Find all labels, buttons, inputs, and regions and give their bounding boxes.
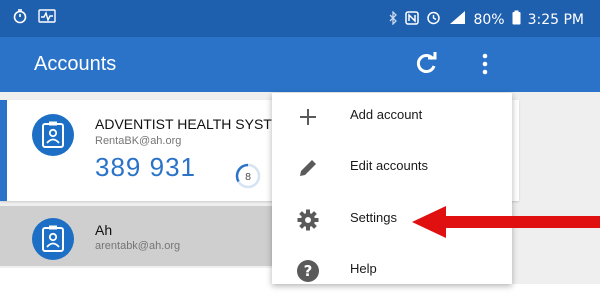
status-bar: 80% 3:25 PM (0, 0, 600, 37)
menu-item-edit-accounts[interactable]: Edit accounts (272, 144, 512, 192)
overflow-menu-icon[interactable] (480, 51, 490, 77)
account-email: RentaBK@ah.org (95, 135, 182, 147)
refresh-icon[interactable] (414, 51, 440, 77)
menu-item-label: Help (350, 261, 377, 276)
account-avatar-icon (32, 218, 74, 260)
countdown-timer: 8 (234, 162, 262, 190)
help-icon: ? (296, 259, 320, 283)
battery-icon (512, 10, 521, 29)
lte-signal-icon (448, 10, 466, 29)
activity-icon (38, 8, 56, 28)
account-issuer: Ah (95, 222, 113, 238)
menu-item-help[interactable]: ? Help (272, 247, 512, 295)
account-issuer: ADVENTIST HEALTH SYSTEM (95, 116, 293, 132)
stopwatch-icon (12, 8, 28, 28)
pencil-icon (296, 156, 320, 180)
clock: 3:25 PM (527, 11, 584, 28)
nfc-icon (405, 10, 420, 29)
menu-item-add-account[interactable]: Add account (272, 93, 512, 141)
app-bar: Accounts (0, 37, 600, 92)
menu-item-label: Edit accounts (350, 158, 429, 173)
status-right-icons: 80% 3:25 PM (388, 9, 584, 29)
status-left-icons (12, 8, 56, 28)
plus-icon (296, 105, 320, 129)
menu-item-label: Add account (350, 107, 423, 122)
account-email: arentabk@ah.org (95, 240, 181, 252)
countdown-value: 8 (245, 172, 251, 183)
bluetooth-icon (388, 9, 398, 29)
alarm-icon (426, 10, 441, 29)
battery-percent: 80% (473, 11, 505, 28)
gear-icon (296, 208, 320, 232)
annotation-arrow-icon (410, 205, 600, 239)
page-title: Accounts (34, 53, 117, 75)
otp-code[interactable]: 389 931 (95, 152, 196, 183)
svg-text:?: ? (304, 262, 313, 280)
account-avatar-icon (32, 114, 74, 156)
overflow-menu: Add account Edit accounts Settings ? Hel… (272, 93, 512, 284)
menu-item-label: Settings (350, 210, 397, 225)
